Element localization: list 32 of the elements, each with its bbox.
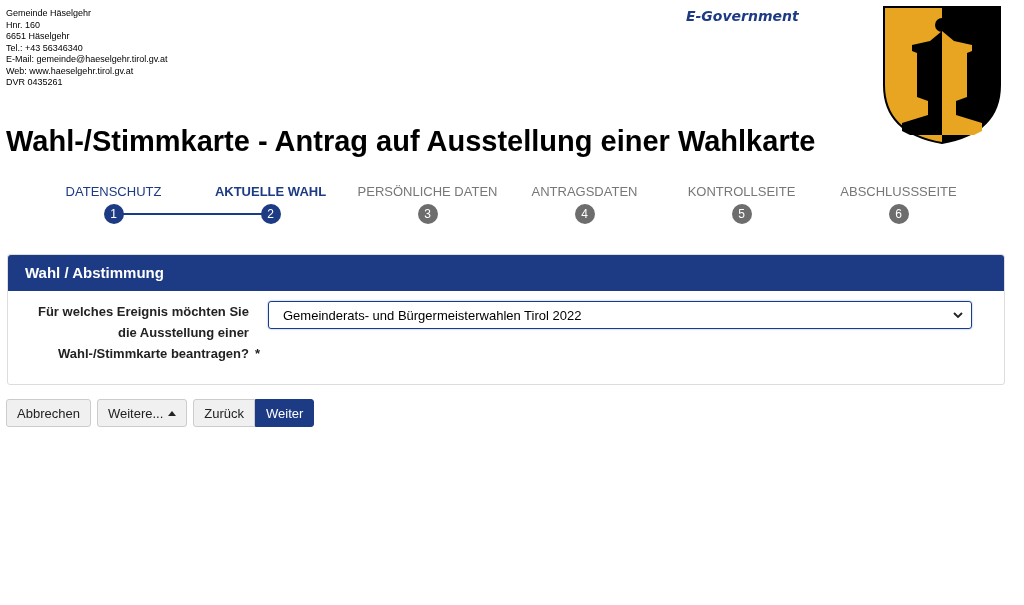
step-number: 2 [260, 204, 281, 224]
contact-line: 6651 Häselgehr [6, 31, 71, 43]
action-button[interactable]: Weiter [255, 399, 315, 427]
step-label[interactable]: AKTUELLE WAHL [214, 184, 327, 204]
step-label[interactable]: DATENSCHUTZ [65, 184, 162, 204]
step-label[interactable]: KONTROLLSEITE [687, 184, 796, 204]
event-select[interactable]: Gemeinderats- und Bürgermeisterwahlen Tirol 2022 [268, 301, 972, 329]
contact-line: Hnr. 160 [6, 19, 42, 31]
contact-line: Tel.: +43 56346340 [6, 42, 84, 54]
required-mark: * [254, 345, 260, 363]
contact-line: Gemeinde Häselgehr [6, 8, 93, 20]
step-number: 4 [574, 204, 595, 224]
step-label[interactable]: PERSÖNLICHE DATEN [357, 184, 498, 204]
step-number: 3 [417, 204, 438, 224]
brand-text: E-Government [686, 8, 800, 26]
contact-line: E-Mail: gemeinde@haeselgehr.tirol.gv.at [6, 54, 169, 66]
chevron-down-icon [953, 312, 963, 318]
page-title: Wahl-/Stimmkarte - Antrag auf Ausstellung einer Wahlkarte [6, 124, 817, 159]
step-number: 6 [888, 204, 909, 224]
contact-line: Web: www.haeselgehr.tirol.gv.at [6, 65, 135, 77]
panel-header: Wahl / Abstimmung [8, 255, 1004, 291]
contact-line: DVR 0435261 [6, 77, 64, 89]
caret-icon [168, 410, 177, 416]
action-button[interactable]: Zurück [193, 399, 255, 427]
dropdown-button[interactable]: Weitere... [96, 399, 188, 427]
step-number: 1 [103, 204, 124, 224]
step-label[interactable]: ANTRAGSDATEN [531, 184, 638, 204]
coat-of-arms-icon [882, 5, 1002, 145]
step-label[interactable]: ABSCHLUSSSEITE [840, 184, 957, 204]
field-label: Für welches Ereignis möchten Sie die Ausstellung einer Wahl-/Stimmkarte beantragen? [37, 303, 249, 363]
action-button[interactable]: Abbrechen [6, 399, 91, 427]
step-number: 5 [731, 204, 752, 224]
